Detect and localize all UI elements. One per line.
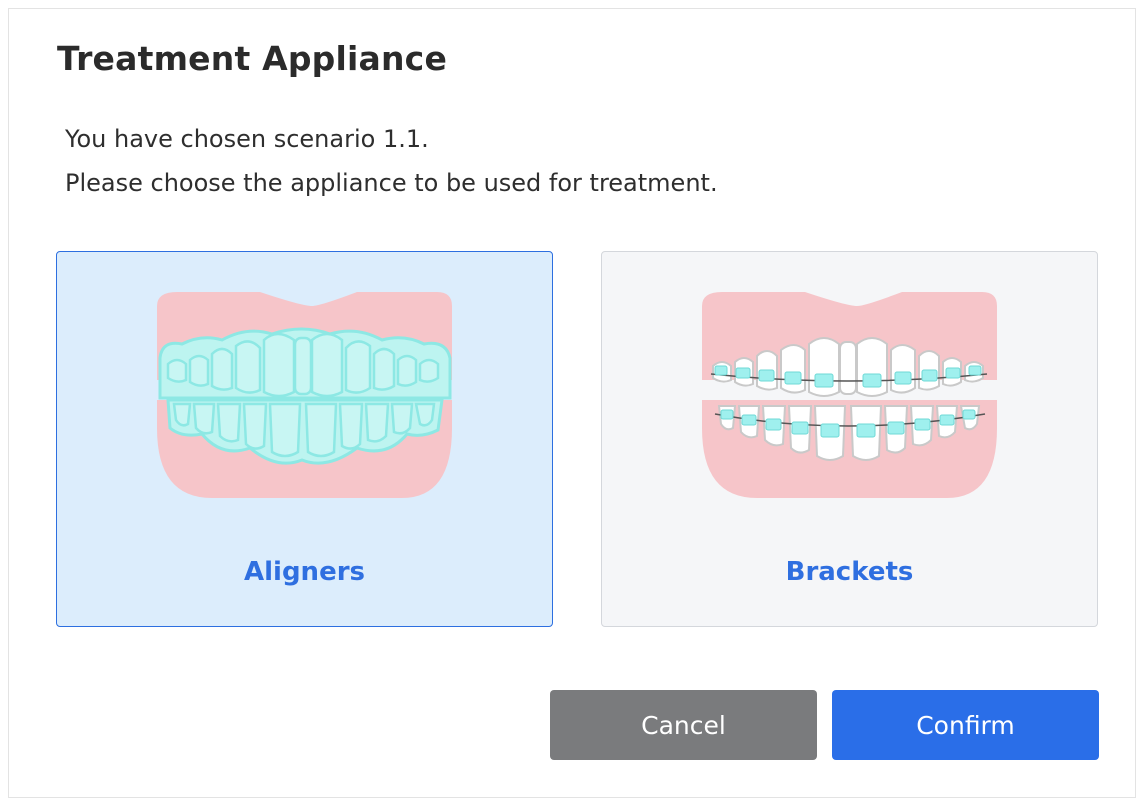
teeth-brackets-icon <box>702 292 997 498</box>
confirm-button[interactable]: Confirm <box>832 690 1099 760</box>
cancel-button[interactable]: Cancel <box>550 690 817 760</box>
option-brackets[interactable]: Brackets <box>601 251 1098 627</box>
option-aligners[interactable]: Aligners <box>56 251 553 627</box>
option-aligners-label: Aligners <box>244 557 365 587</box>
teeth-aligners-icon <box>157 292 452 498</box>
dialog-title: Treatment Appliance <box>57 39 448 78</box>
description-line-1: You have chosen scenario 1.1. <box>65 125 429 153</box>
treatment-appliance-dialog: Treatment Appliance You have chosen scen… <box>8 8 1136 798</box>
description-line-2: Please choose the appliance to be used f… <box>65 169 718 197</box>
option-brackets-label: Brackets <box>785 557 914 587</box>
dialog-description: You have chosen scenario 1.1. Please cho… <box>65 117 718 205</box>
